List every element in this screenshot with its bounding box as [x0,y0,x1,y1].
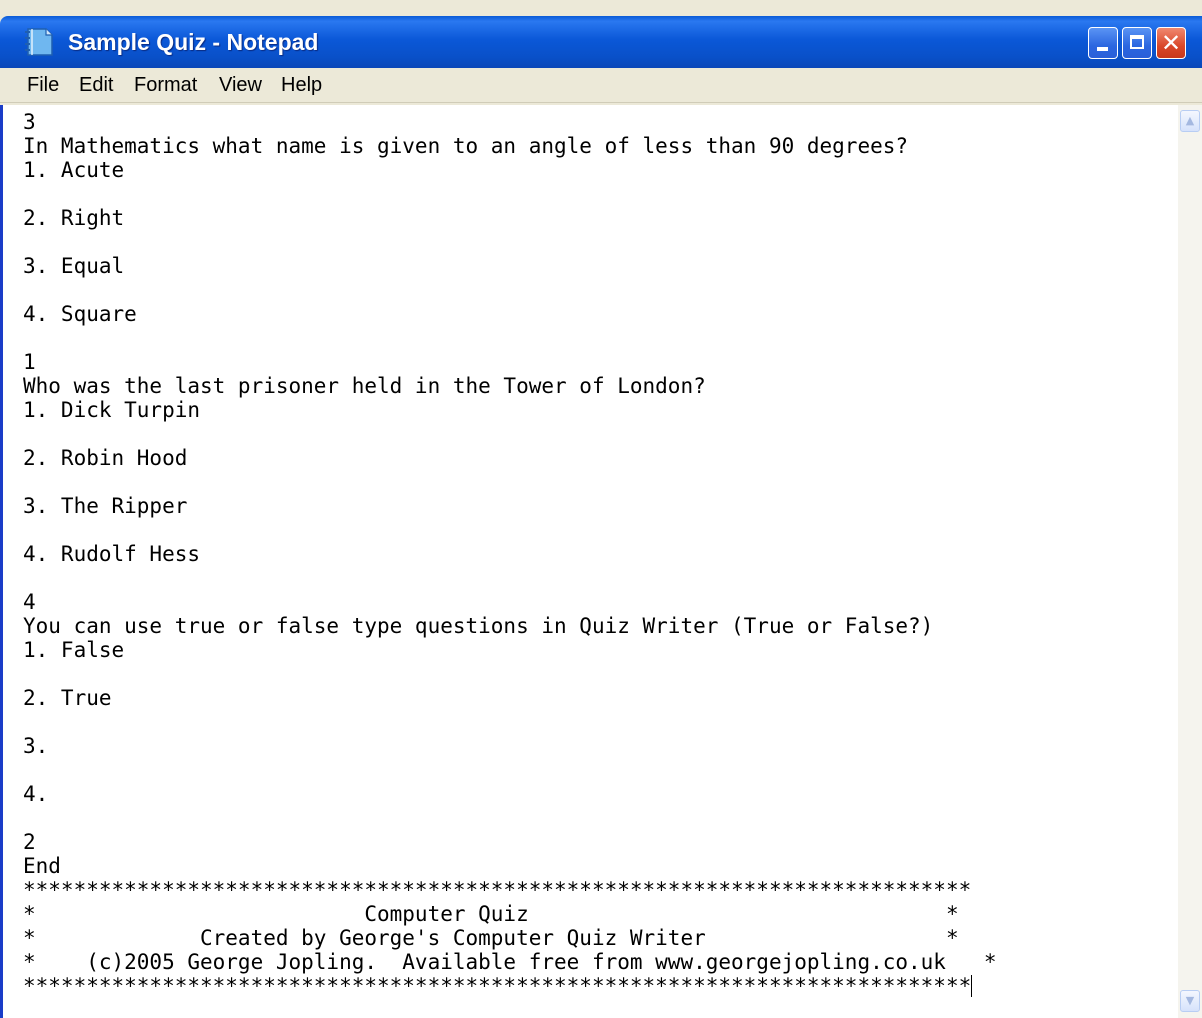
text-line [23,230,1181,254]
text-line [23,662,1181,686]
text-line: * Created by George's Computer Quiz Writ… [23,926,959,950]
text-line: You can use true or false type questions… [23,614,934,638]
maximize-button[interactable] [1122,27,1152,59]
text-line: * Computer Quiz * [23,902,959,926]
scroll-down-arrow-icon: ▼ [1185,994,1195,1007]
menu-file[interactable]: File [27,74,59,97]
close-button[interactable]: ✕ [1156,27,1186,59]
menu-view[interactable]: View [219,74,262,97]
text-line [23,518,1181,542]
text-editor-area[interactable]: 3 In Mathematics what name is given to an… [0,105,1181,1018]
vertical-scrollbar[interactable]: ▲ ▼ [1178,105,1202,1018]
text-line [23,566,1181,590]
text-line: ****************************************… [23,878,972,902]
minimize-icon [1097,47,1108,51]
notepad-icon[interactable] [22,26,56,58]
menu-bar: File Edit Format View Help [0,68,1202,103]
text-line: 2. True [23,686,112,710]
text-line: 2 [23,830,36,854]
text-line [23,806,1181,830]
window-title: Sample Quiz - Notepad [68,29,319,55]
text-line: 3. Equal [23,254,125,278]
text-line: 4 [23,590,36,614]
menu-edit[interactable]: Edit [79,74,113,97]
text-line: * (c)2005 George Jopling. Available free… [23,950,997,974]
text-line: 3. [23,734,49,758]
text-line: 4. Square [23,302,137,326]
text-line: 1. Acute [23,158,125,182]
scroll-down-button[interactable]: ▼ [1180,990,1200,1012]
scroll-up-button[interactable]: ▲ [1180,110,1200,132]
text-line [23,278,1181,302]
text-line: 4. [23,782,49,806]
maximize-icon [1130,35,1144,49]
text-line-content: ****************************************… [23,974,972,998]
text-line: 4. Rudolf Hess [23,542,201,566]
text-line: 1. False [23,638,125,662]
last-text-line: ****************************************… [23,974,1181,998]
document-text[interactable]: 3 In Mathematics what name is given to an… [3,105,1181,998]
text-caret [971,975,973,997]
text-line [23,758,1181,782]
text-line: End [23,854,61,878]
text-line: Who was the last prisoner held in the To… [23,374,706,398]
text-line: 2. Robin Hood [23,446,188,470]
minimize-button[interactable] [1088,27,1118,59]
text-line: 1. Dick Turpin [23,398,201,422]
scroll-up-arrow-icon: ▲ [1185,114,1195,127]
text-line [23,422,1181,446]
text-line: In Mathematics what name is given to an … [23,134,909,158]
text-line [23,182,1181,206]
text-line [23,710,1181,734]
text-line: 3. The Ripper [23,494,188,518]
notepad-window: Sample Quiz - Notepad ✕ File Edit Format… [0,0,1202,1018]
text-line: 2. Right [23,206,125,230]
menu-format[interactable]: Format [134,74,197,97]
close-icon: ✕ [1160,29,1182,57]
menu-help[interactable]: Help [281,74,322,97]
text-line [23,326,1181,350]
text-line: 1 [23,350,36,374]
text-line [23,470,1181,494]
title-bar[interactable]: Sample Quiz - Notepad ✕ [0,16,1202,68]
text-line: 3 [23,110,36,134]
